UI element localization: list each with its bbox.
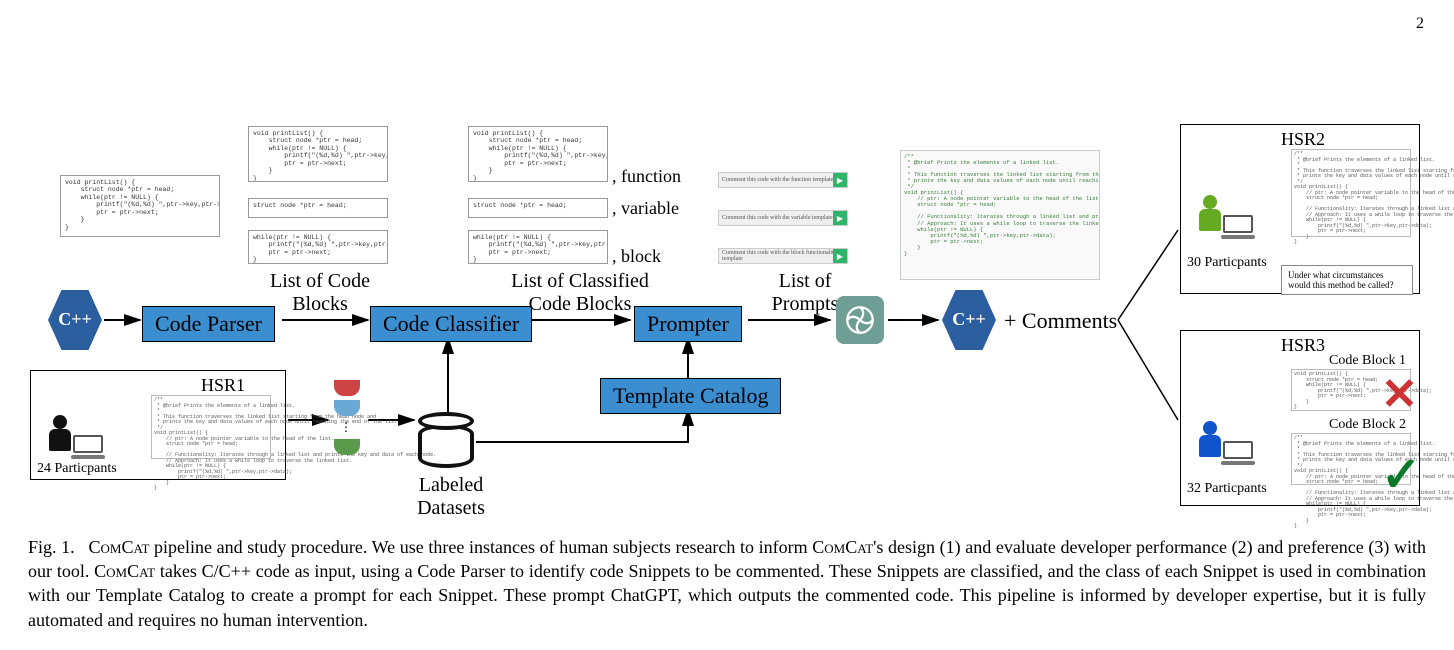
hsr1-participants: 24 Particpants (37, 461, 117, 477)
bucket-icon-red (334, 380, 360, 396)
hsr3-block2-label: Code Block 2 (1329, 417, 1406, 433)
hsr1-mini-code: /** * @brief Prints the elements of a li… (151, 395, 271, 459)
block-func-card-1: void printList() { struct node *ptr = he… (248, 126, 388, 182)
prompt-function-bar: Comment this code with the function temp… (718, 172, 848, 188)
prompt-block-bar: Comment this code with the block functio… (718, 248, 848, 264)
block-var-card-2: struct node *ptr = head; (468, 198, 608, 218)
labeled-datasets-label: Labeled Datasets (406, 474, 496, 520)
block-while-card-1: while(ptr != NULL) { printf("(%d,%d) ",p… (248, 230, 388, 264)
input-code-card: void printList() { struct node *ptr = he… (60, 175, 220, 237)
list-code-blocks-label: List of Code Blocks (260, 270, 380, 316)
hsr3-block1-label: Code Block 1 (1329, 353, 1406, 369)
block-var-card-1: struct node *ptr = head; (248, 198, 388, 218)
comcat-1: ComCat (89, 537, 150, 557)
plus-comments-label: + Comments (1004, 308, 1117, 334)
cross-icon: ✕ (1381, 369, 1418, 420)
hsr2-participants: 30 Particpants (1187, 255, 1267, 271)
prompt-variable-bar: Comment this code with the variable temp… (718, 210, 848, 226)
block-func-card-2: void printList() { struct node *ptr = he… (468, 126, 608, 182)
cpp-output-icon: C++ (942, 290, 996, 350)
pipeline-diagram: C++ void printList() { struct node *ptr … (30, 120, 1424, 520)
code-parser-node: Code Parser (142, 306, 275, 342)
hsr1-title: HSR1 (201, 375, 245, 396)
check-icon: ✓ (1381, 447, 1421, 503)
hsr2-question: Under what circumstances would this meth… (1281, 265, 1413, 295)
figure-caption: Fig. 1. ComCat pipeline and study proced… (28, 535, 1426, 632)
cpp-label-out: C++ (952, 309, 986, 330)
cpp-input-icon: C++ (48, 290, 102, 350)
openai-icon (836, 296, 884, 344)
page-number: 2 (1416, 15, 1424, 33)
hsr2-title: HSR2 (1281, 129, 1325, 150)
tag-variable: , variable (612, 198, 679, 219)
hsr2-person-icon (1193, 195, 1233, 239)
cap-t1: pipeline and study procedure. We use thr… (149, 537, 812, 557)
hsr1-person-icon (43, 415, 83, 459)
comcat-2: ComCat (812, 537, 873, 557)
template-catalog-node: Template Catalog (600, 378, 781, 414)
fig-label: Fig. 1. (28, 537, 75, 557)
bucket-icon-green (334, 439, 360, 455)
hsr2-mini-code: /** * @brief Prints the elements of a li… (1291, 149, 1411, 237)
prompter-node: Prompter (634, 306, 742, 342)
hsr3-participants: 32 Particpants (1187, 481, 1267, 497)
bucket-icon-blue (334, 400, 360, 416)
tag-function: , function (612, 166, 681, 187)
database-icon (418, 412, 478, 468)
comcat-3: ComCat (94, 561, 155, 581)
block-while-card-2: while(ptr != NULL) { printf("(%d,%d) ",p… (468, 230, 608, 264)
commented-output-card: /** * @brief Prints the elements of a li… (900, 150, 1100, 280)
cap-t3: takes C/C++ code as input, using a Code … (28, 561, 1426, 630)
hsr3-person-icon (1193, 421, 1233, 465)
hsr1-panel: HSR1 /** * @brief Prints the elements of… (30, 370, 286, 480)
hsr3-title: HSR3 (1281, 335, 1325, 356)
hsr2-panel: HSR2 /** * @brief Prints the elements of… (1180, 124, 1420, 294)
hsr3-panel: HSR3 Code Block 1 void printList() { str… (1180, 330, 1420, 506)
tag-block: , block (612, 246, 661, 267)
category-buckets: ⋮ (332, 376, 362, 459)
cpp-label: C++ (58, 309, 92, 330)
